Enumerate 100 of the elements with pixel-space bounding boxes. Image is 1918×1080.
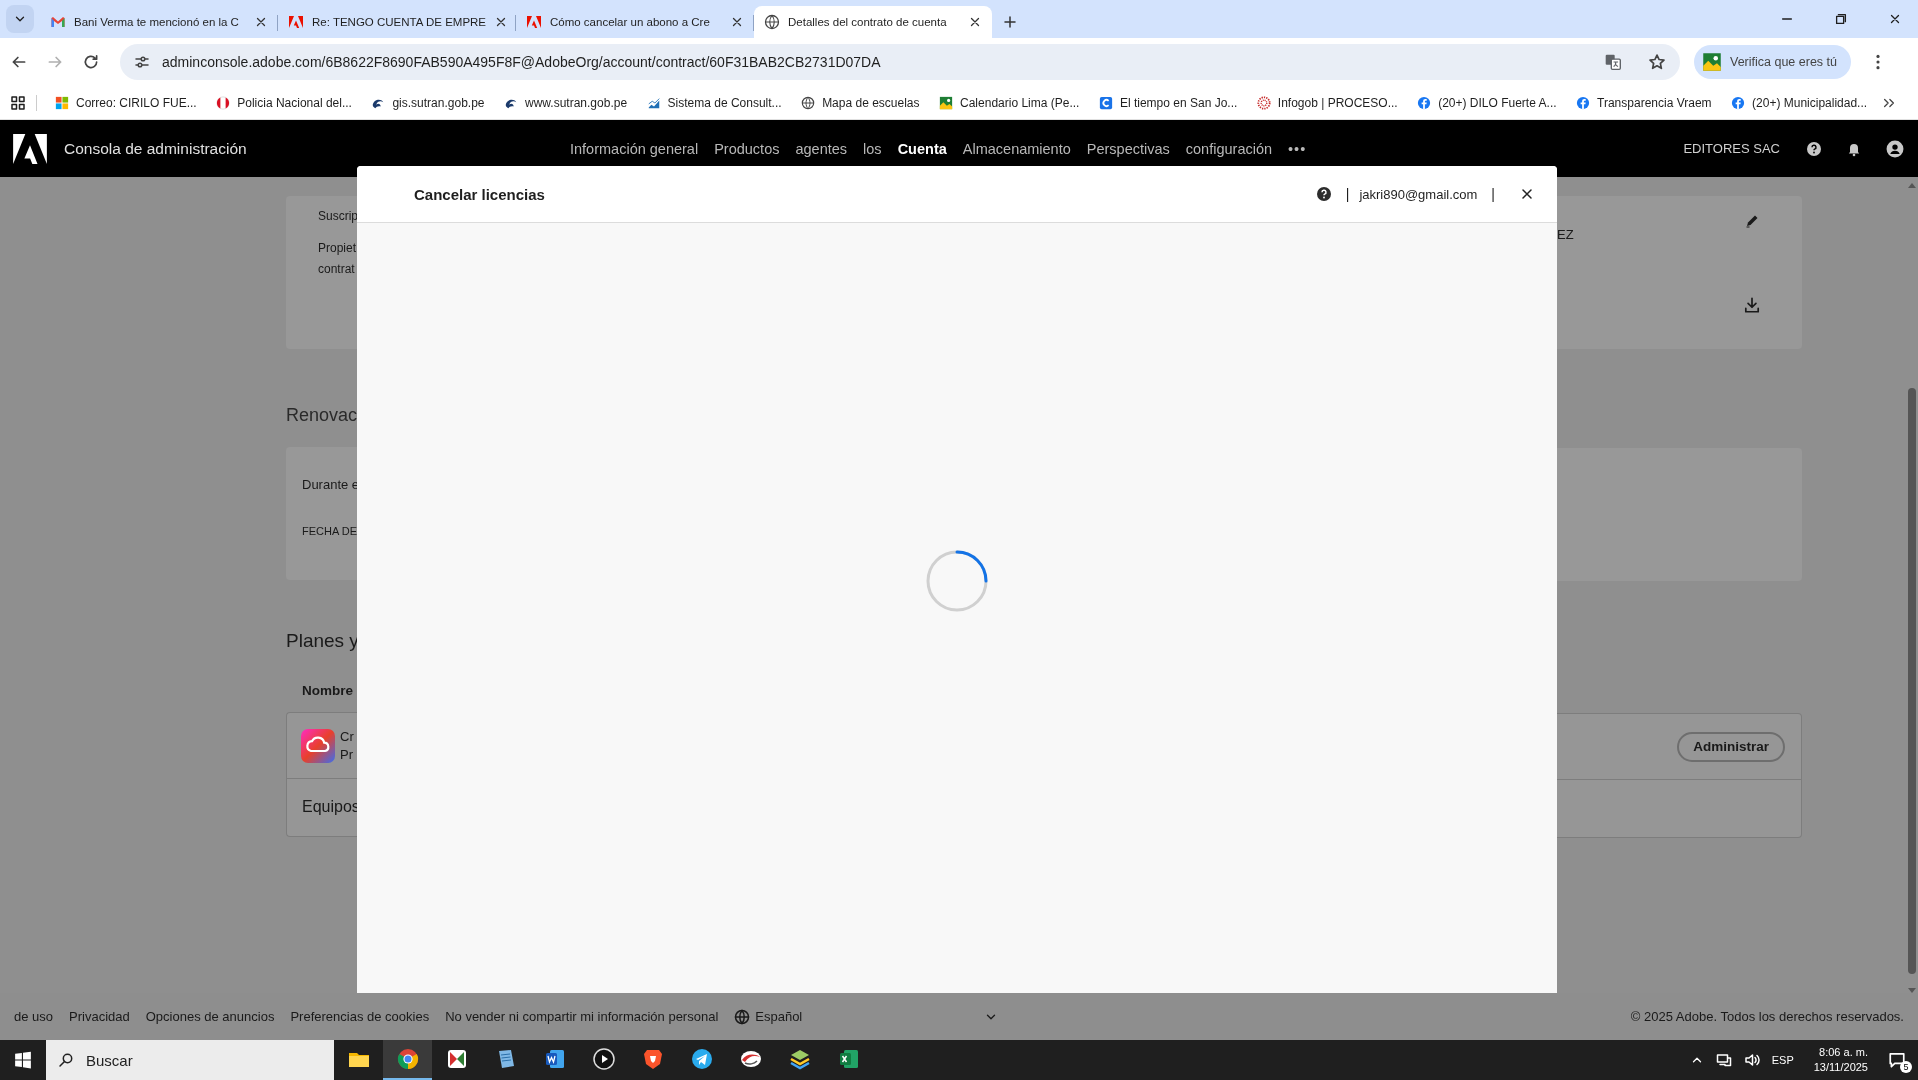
paper-plane-icon: [689, 1047, 714, 1071]
notification-icon[interactable]: [1888, 1051, 1906, 1069]
section-heading: Renovac: [286, 404, 357, 427]
footer-link[interactable]: No vender ni compartir mi información personal: [445, 1009, 719, 1024]
triangle-logo-icon: [526, 14, 542, 30]
nav-tab[interactable]: los: [863, 140, 882, 157]
taskbar-app[interactable]: [383, 1040, 432, 1080]
help-icon[interactable]: [1315, 186, 1332, 202]
close-icon[interactable]: [254, 15, 268, 29]
bookmark[interactable]: Infogob | PROCESO...: [1248, 95, 1406, 110]
square-logo-icon: [1098, 95, 1113, 110]
nav-tab[interactable]: Información general: [570, 140, 699, 157]
profile-button[interactable]: Verifica que eres tú: [1694, 45, 1851, 79]
avatar-icon[interactable]: [1886, 139, 1904, 158]
triangle-logo-icon: [288, 14, 304, 30]
reload-icon[interactable]: [82, 53, 100, 71]
footer-link[interactable]: Opciones de anuncios: [145, 1009, 275, 1024]
separator: |: [1491, 186, 1495, 202]
column-header: Nombre: [302, 682, 354, 700]
help-icon[interactable]: [1806, 140, 1822, 157]
envelope-icon: [50, 14, 66, 30]
bookmark[interactable]: Correo: CIRILO FUE...: [47, 95, 205, 110]
play-icon: [591, 1047, 616, 1071]
owner-name: EZ: [1557, 227, 1574, 242]
bookmark[interactable]: Mapa de escuelas: [793, 95, 928, 110]
address-bar[interactable]: adminconsole.adobe.com/6B8622F8690FAB590A495F8F@AdobeOrg/account/contract/60F31BAB2CB2731D07DA: [120, 44, 1680, 80]
round-logo-icon: [1576, 95, 1591, 110]
browser-tab[interactable]: Detalles del contrato de cuenta: [754, 6, 992, 38]
bookmark[interactable]: Policia Nacional del...: [208, 95, 360, 110]
globe-icon: [764, 14, 780, 30]
bookmark[interactable]: El tiempo en San Jo...: [1090, 95, 1246, 110]
product-name: Pr: [340, 745, 354, 764]
search-icon: [58, 1052, 74, 1068]
browser-tab[interactable]: Re: TENGO CUENTA DE EMPRE: [278, 6, 516, 38]
nav-tab[interactable]: Perspectivas: [1086, 140, 1170, 157]
dotted-circle-icon: [1256, 95, 1271, 110]
footer-link[interactable]: Preferencias de cookies: [290, 1009, 430, 1024]
search-field[interactable]: Buscar: [46, 1040, 334, 1080]
nav-tab[interactable]: Productos: [714, 140, 780, 157]
url-text: adminconsole.adobe.com/6B8622F8690FAB590A495F8F@AdobeOrg/account/contract/60F31BAB2CB2731D07DA: [162, 54, 881, 70]
translate-icon[interactable]: [1604, 53, 1622, 71]
dialog-title: Cancelar licencias: [414, 185, 545, 203]
plus-icon[interactable]: [1002, 14, 1018, 30]
language-selector[interactable]: Español: [734, 1008, 803, 1025]
close-icon[interactable]: [1888, 12, 1902, 26]
label: FECHA DE: [302, 524, 357, 539]
flag-icon: [216, 95, 231, 110]
start-icon[interactable]: [14, 1051, 32, 1069]
nav-tab[interactable]: configuración: [1185, 140, 1273, 157]
landscape-icon: [939, 95, 954, 110]
browser-tab[interactable]: Cómo cancelar un abono a Cre: [516, 6, 754, 38]
notification-count: 5: [1900, 1061, 1912, 1073]
product-name: Cr: [340, 727, 354, 746]
star-icon[interactable]: [1648, 53, 1666, 71]
nav-tab[interactable]: agentes: [795, 140, 848, 157]
pencil-icon[interactable]: [1744, 213, 1760, 229]
clock[interactable]: 8:06 a. m. 13/11/2025: [1813, 1045, 1868, 1075]
site-settings-icon[interactable]: [134, 54, 150, 70]
close-icon[interactable]: [968, 15, 982, 29]
restore-icon[interactable]: [1834, 12, 1848, 26]
account-email: jakri890@gmail.com: [1359, 186, 1478, 202]
browser-tab[interactable]: Bani Verma te mencionó en la C: [40, 6, 278, 38]
separator: |: [1345, 186, 1350, 202]
bookmark[interactable]: Calendario Lima (Pe...: [931, 95, 1088, 110]
close-icon[interactable]: [1519, 186, 1535, 202]
nav-tab[interactable]: Cuenta: [897, 140, 947, 157]
organization-name[interactable]: EDITORES SAC: [1683, 141, 1780, 156]
bookmark[interactable]: www.sutran.gob.pe: [496, 95, 636, 110]
landscape-icon: [1702, 52, 1722, 72]
footer-link[interactable]: Privacidad: [69, 1009, 130, 1024]
download-icon[interactable]: [1743, 296, 1761, 314]
bookmark[interactable]: gis.sutran.gob.pe: [363, 95, 493, 110]
volume-icon[interactable]: [1743, 1052, 1760, 1068]
four-squares-icon: [55, 95, 69, 110]
logo-icon[interactable]: [12, 133, 48, 164]
label: Suscrip: [318, 208, 357, 224]
round-logo-icon: [1731, 95, 1746, 110]
globe-icon: [734, 1008, 751, 1025]
input-language[interactable]: ESP: [1771, 1054, 1794, 1066]
bookmark[interactable]: (20+) DILO Fuerte A...: [1409, 95, 1565, 110]
footer-link[interactable]: de uso: [14, 1009, 54, 1024]
bars-icon: [646, 95, 661, 110]
label: Propiet: [318, 240, 357, 256]
product-icon: [301, 728, 335, 763]
close-icon[interactable]: [730, 15, 744, 29]
label: contrat: [318, 261, 356, 277]
row-label: Equipos: [301, 798, 360, 816]
bookmark[interactable]: (20+) Municipalidad...: [1723, 95, 1876, 110]
bookmark[interactable]: Sistema de Consult...: [638, 95, 790, 110]
network-icon[interactable]: [1715, 1052, 1732, 1068]
round-logo-icon: [1417, 95, 1432, 110]
bookmark[interactable]: Transparencia Vraem: [1568, 95, 1720, 110]
circle-logo-icon: [395, 1047, 420, 1071]
manage-button[interactable]: Administrar: [1677, 731, 1785, 762]
nav-tab[interactable]: Almacenamiento: [962, 140, 1071, 157]
apps-grid-icon[interactable]: [10, 94, 26, 111]
copyright-text: © 2025 Adobe. Todos los derechos reservados.: [1630, 1009, 1904, 1024]
more-menu[interactable]: •••: [1288, 140, 1307, 157]
globe-icon: [801, 95, 816, 110]
app-title: Consola de administración: [64, 139, 248, 158]
